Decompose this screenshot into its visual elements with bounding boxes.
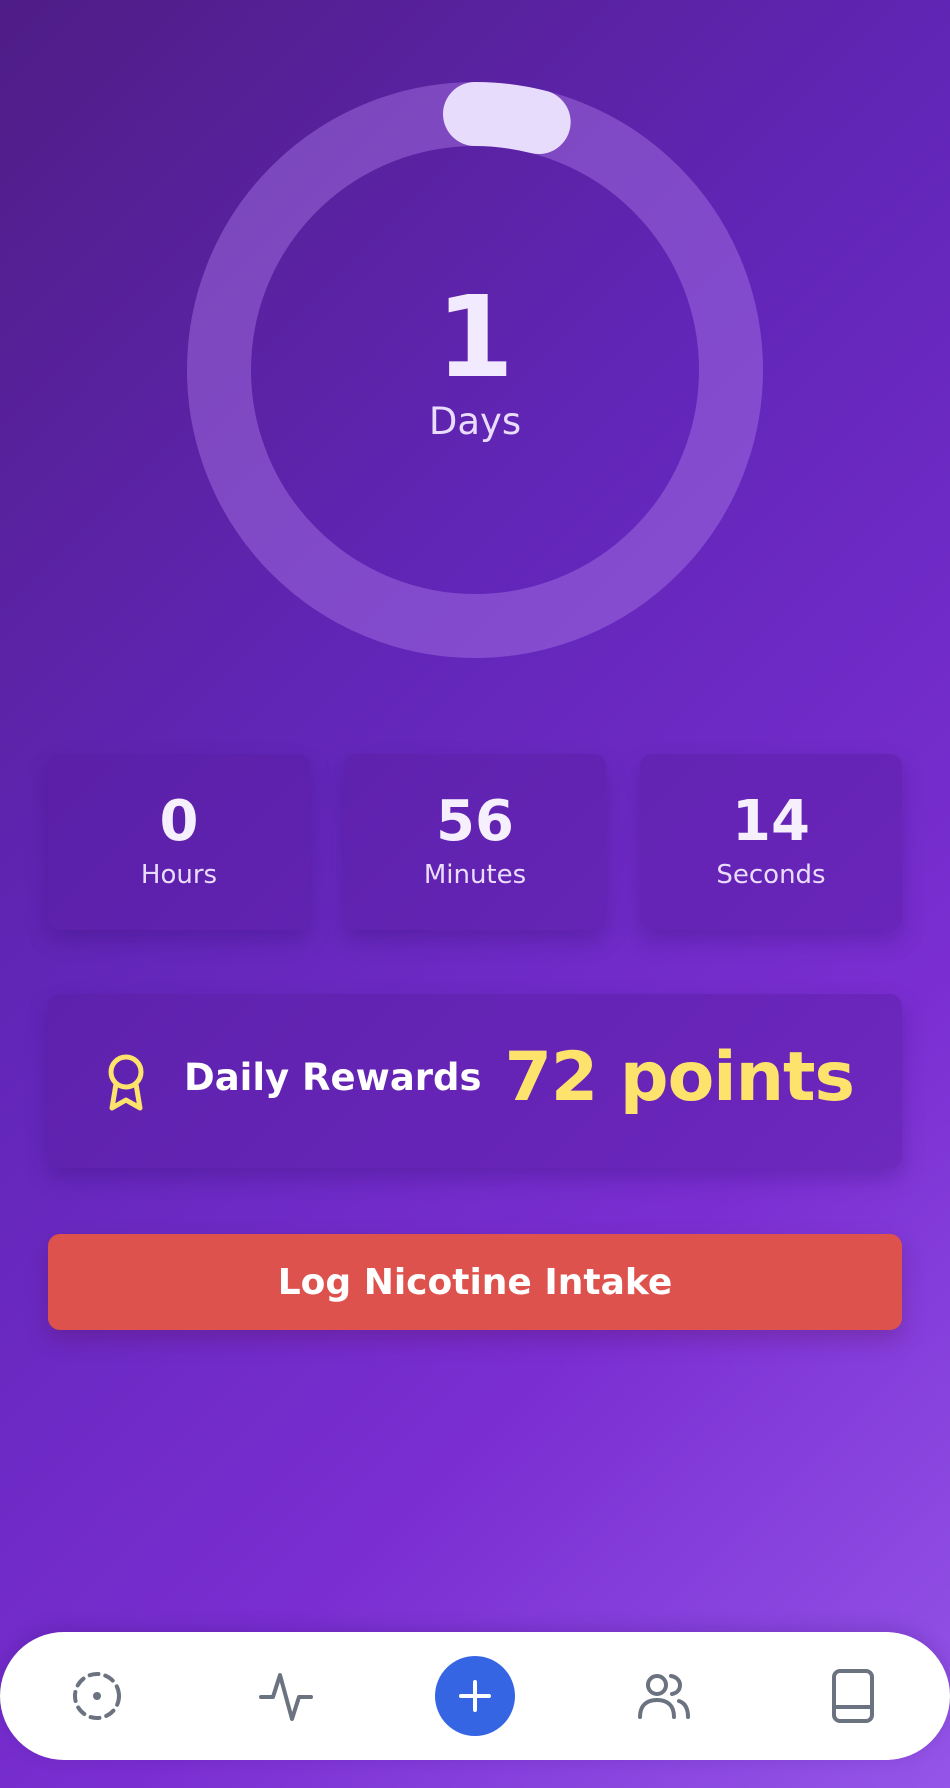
nav-home[interactable] [65, 1664, 129, 1728]
rewards-points: 72 points [504, 1038, 855, 1117]
days-progress-ring: 1 Days [187, 82, 763, 658]
seconds-label: Seconds [716, 860, 826, 890]
nav-add-button[interactable] [435, 1656, 515, 1736]
nav-community[interactable] [632, 1664, 696, 1728]
minutes-label: Minutes [423, 860, 527, 890]
award-icon [108, 1054, 144, 1111]
daily-rewards-card: Daily Rewards 72 points [48, 994, 902, 1168]
minutes-value: 56 [436, 789, 514, 854]
activity-icon [259, 1673, 313, 1721]
days-counter: 1 Days [187, 82, 763, 658]
hours-card: 0 Hours [48, 754, 310, 930]
users-icon [638, 1674, 690, 1719]
time-breakdown: 0 Hours 56 Minutes 14 Seconds [48, 754, 902, 930]
nav-library[interactable] [821, 1664, 885, 1728]
days-label: Days [428, 399, 522, 443]
dashed-circle-icon [73, 1672, 121, 1720]
seconds-value: 14 [732, 789, 810, 854]
book-icon [832, 1669, 874, 1723]
rewards-label: Daily Rewards [184, 1056, 482, 1099]
log-nicotine-intake-button[interactable]: Log Nicotine Intake [48, 1234, 902, 1330]
days-value: 1 [436, 272, 514, 403]
nav-activity[interactable] [254, 1664, 318, 1728]
hours-value: 0 [159, 789, 199, 854]
seconds-card: 14 Seconds [640, 754, 902, 930]
hours-label: Hours [140, 860, 218, 890]
minutes-card: 56 Minutes [344, 754, 606, 930]
bottom-navigation [0, 1632, 950, 1760]
plus-icon [459, 1680, 491, 1712]
